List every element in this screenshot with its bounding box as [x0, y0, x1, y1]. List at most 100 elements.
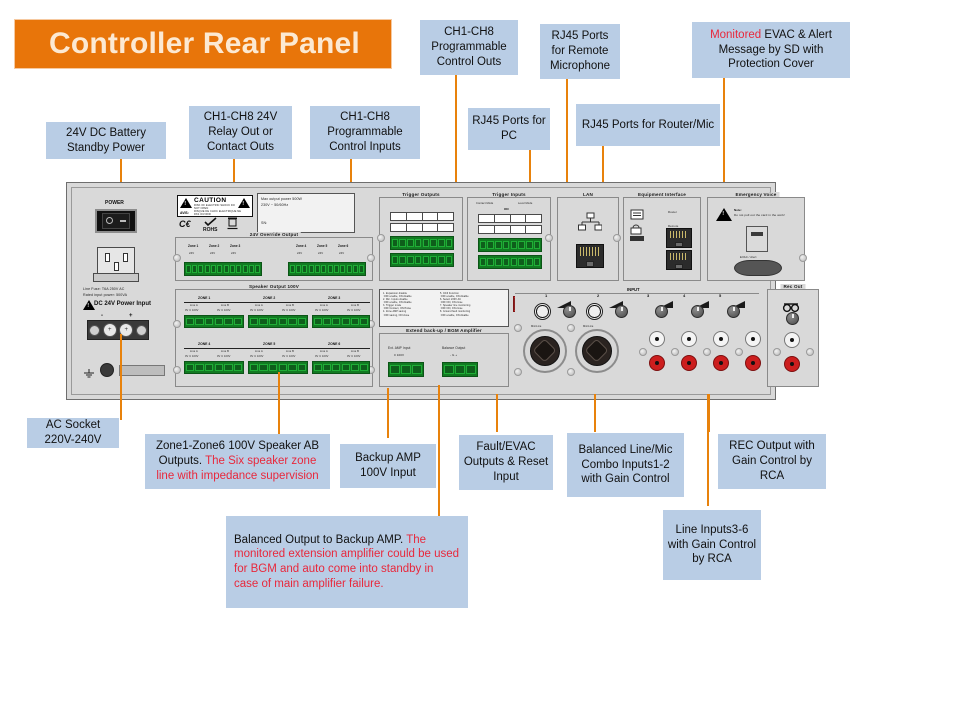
rca-line-in-4-right[interactable]	[681, 355, 697, 371]
callout-rj45-router-mic: RJ45 Ports for Router/Mic	[576, 104, 720, 146]
callout-line-inputs: Line Inputs3-6 with Gain Control by RCA	[663, 510, 761, 580]
input-ch5-number: 5	[719, 293, 722, 298]
trigger-outputs-terminal-top[interactable]	[390, 236, 454, 250]
mic-line-switch-ch2[interactable]	[586, 303, 603, 320]
callout-evac-sd-emphasis: Monitored	[710, 28, 762, 41]
zone-4-terminal-block[interactable]	[184, 361, 244, 374]
override-volt-label: 24V	[210, 251, 216, 255]
gain-knob-ch5[interactable]	[727, 305, 740, 318]
power-switch[interactable]	[95, 209, 137, 233]
trigger-on-label: ON	[504, 207, 509, 211]
extend-backup-title: Extend back-up / BGM Amplifier	[403, 328, 485, 333]
trigger-out-legend-row1	[390, 212, 454, 221]
gain-knob-ch4[interactable]	[691, 305, 704, 318]
caution-avis-label: AVIS:	[180, 211, 189, 215]
rca-rec-out-left[interactable]	[784, 332, 800, 348]
rec-gain-knob[interactable]	[786, 312, 799, 325]
ground-post[interactable]	[100, 363, 114, 377]
zone-lineb-label: Line B	[221, 350, 229, 353]
trigger-outputs-terminal-bottom[interactable]	[390, 253, 454, 267]
zone-terminal-legend: 0V C 100V	[185, 309, 199, 312]
trigger-inputs-terminal-bottom[interactable]	[478, 255, 542, 269]
zone-terminal-legend: 0V C 100V	[315, 309, 329, 312]
override-zone-5-label: Zone 5	[317, 244, 328, 248]
callout-dc-battery: 24V DC Battery Standby Power	[46, 122, 166, 159]
equipment-rj45-port-upper[interactable]	[666, 228, 692, 248]
zone-2-label: ZONE 2	[263, 296, 276, 300]
zone-lineb-label: Line B	[286, 304, 294, 307]
power-off-icon	[106, 217, 114, 225]
override-terminal-block-right[interactable]	[288, 262, 366, 276]
sd-slot-label: EVAC / Alert	[740, 255, 757, 259]
power-switch-rocker[interactable]	[101, 213, 131, 229]
override-terminal-block-left[interactable]	[184, 262, 262, 276]
speaker-output-title: Speaker Output 100V	[245, 284, 303, 289]
combo-jack-ch2-label: Mic/Line	[583, 325, 594, 328]
zone-terminal-legend: 0V C 100V	[347, 355, 361, 358]
rca-line-in-6-left[interactable]	[745, 331, 761, 347]
ac-inlet[interactable]	[97, 247, 135, 275]
zone-1-terminal-block[interactable]	[184, 315, 244, 328]
trigger-level-mode-label: Level Mode	[518, 202, 533, 205]
rohs-mark-icon: ROHS	[203, 217, 217, 233]
override-volt-label: 24V	[189, 251, 195, 255]
rca-rec-out-right[interactable]	[784, 356, 800, 372]
rca-line-in-4-left[interactable]	[681, 331, 697, 347]
callout-balanced-backup: Balanced Output to Backup AMP. The monit…	[226, 516, 468, 608]
sd-card-slot[interactable]	[746, 226, 768, 252]
rj45-tab-icon	[674, 241, 684, 247]
ac-inlet-pin-r	[123, 253, 128, 262]
ext-amp-input-terminal[interactable]	[388, 362, 424, 377]
input-ch2-number: 2	[597, 293, 600, 298]
zone-3-terminal-block[interactable]	[312, 315, 370, 328]
callout-rec-output: REC Output with Gain Control by RCA	[718, 434, 826, 489]
zone-terminal-legend: 0V C 100V	[315, 355, 329, 358]
combo-jack-ch2[interactable]	[575, 329, 619, 373]
trigger-inputs-group: Trigger Inputs Contact Mode Level Mode O…	[467, 192, 553, 281]
rating-label-card: Max output power 500W 230V ~ 50/60Hz SN:	[257, 193, 355, 233]
zone-6-label: ZONE 6	[328, 342, 341, 346]
zone-6-terminal-block[interactable]	[312, 361, 370, 374]
override-output-group: 24V Override Output Zone 1 Zone 2 Zone 3…	[173, 232, 375, 281]
gain-knob-ch3[interactable]	[655, 305, 668, 318]
dc-terminal-bolt-left	[89, 324, 101, 336]
rec-out-title: Rec Out	[780, 284, 806, 289]
override-volt-label: 24V	[231, 251, 237, 255]
override-zone-2-label: Zone 2	[209, 244, 220, 248]
callout-balanced-combo: Balanced Line/Mic Combo Inputs1-2 with G…	[567, 433, 684, 497]
mic-line-switch-ch1[interactable]	[534, 303, 551, 320]
equipment-rj45-port-lower[interactable]	[666, 250, 692, 270]
ground-symbol-icon	[83, 366, 95, 384]
rca-line-in-3-right[interactable]	[649, 355, 665, 371]
sd-protection-cover[interactable]	[734, 260, 782, 276]
zone-linea-label: Line A	[255, 350, 263, 353]
caution-avis-text: RISQUE DE CHOC ELECTRIQUE NE PAS OUVRIR	[194, 210, 242, 216]
zone-2-terminal-block[interactable]	[248, 315, 308, 328]
lan-group: LAN	[557, 192, 621, 281]
dip-legend-left: 1. Expansion disable OFF:enable, ON:disa…	[383, 292, 412, 317]
balance-output-terminal[interactable]	[442, 362, 478, 377]
zone-terminal-legend: 0V C 100V	[347, 309, 361, 312]
rca-line-in-5-right[interactable]	[713, 355, 729, 371]
zone-row1-rule	[184, 302, 370, 303]
lan-rj45-port[interactable]	[576, 244, 604, 268]
slide-canvas: Controller Rear Panel 24V DC Battery Sta…	[0, 0, 960, 720]
dc-terminal-lug-minus[interactable]: +	[102, 323, 117, 337]
balance-output-pins-label: - G +	[450, 353, 458, 357]
gain-knob-ch2[interactable]	[615, 305, 628, 318]
trigger-inputs-terminal-top[interactable]	[478, 238, 542, 252]
rating-serial: SN:	[261, 221, 268, 225]
rca-line-in-5-left[interactable]	[713, 331, 729, 347]
gain-knob-ch1[interactable]	[563, 305, 576, 318]
override-zone-3-label: Zone 3	[230, 244, 241, 248]
rca-line-in-3-left[interactable]	[649, 331, 665, 347]
leader-balanced-combo	[594, 394, 596, 432]
title-banner: Controller Rear Panel	[14, 19, 392, 69]
dc-24v-terminal[interactable]: + +	[87, 320, 149, 340]
emergency-warning-icon	[716, 208, 732, 221]
rca-line-in-6-right[interactable]	[745, 355, 761, 371]
zone-terminal-legend: 0V C 100V	[282, 355, 296, 358]
serial-label-strip	[119, 365, 165, 376]
dc-polarity-plus: +	[129, 313, 133, 319]
combo-jack-ch1[interactable]	[523, 329, 567, 373]
